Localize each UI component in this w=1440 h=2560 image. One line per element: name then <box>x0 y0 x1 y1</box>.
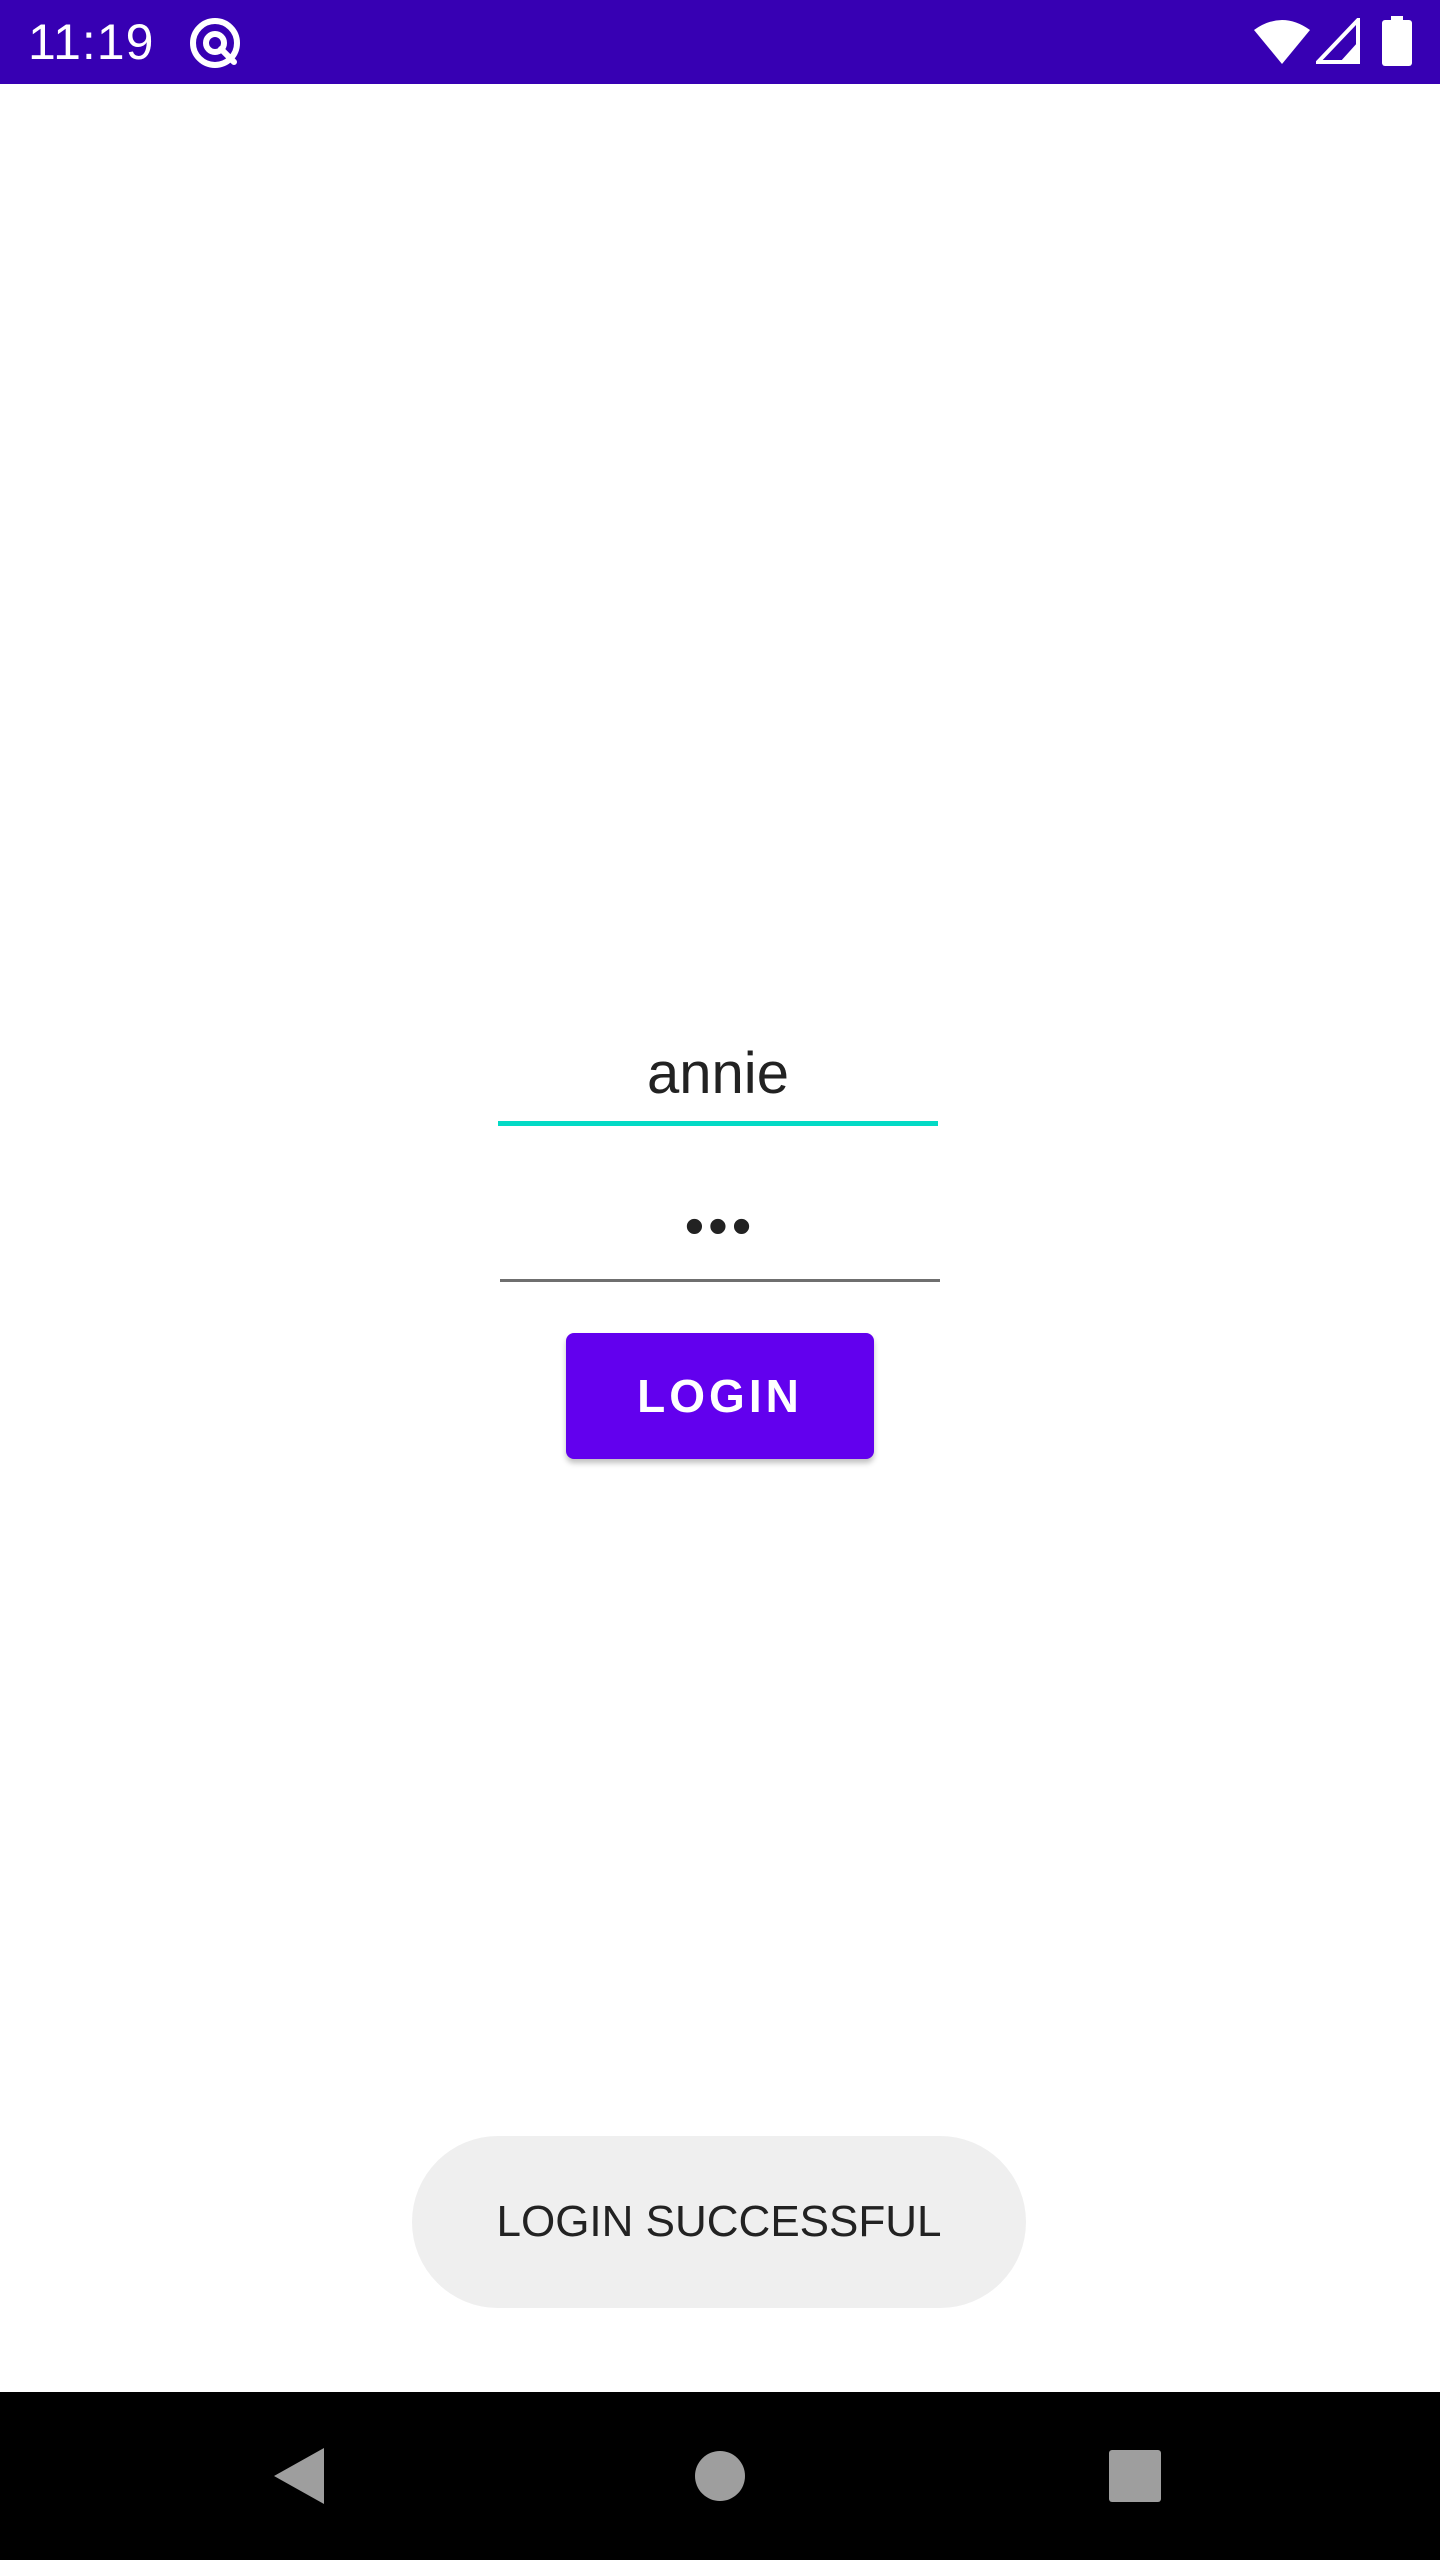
login-screen: 11:19 annie ••• LOGIN LOGIN SUCCESSFUL <box>0 0 1440 2560</box>
status-time: 11:19 <box>28 14 155 70</box>
wifi-icon <box>1254 20 1310 64</box>
status-bar: 11:19 <box>0 0 1440 84</box>
login-button[interactable]: LOGIN <box>566 1333 874 1459</box>
home-circle-icon[interactable] <box>694 2450 746 2502</box>
navigation-bar <box>0 2392 1440 2560</box>
recents-square-icon[interactable] <box>1109 2450 1161 2502</box>
password-underline <box>500 1279 940 1282</box>
toast-message: LOGIN SUCCESSFUL <box>412 2136 1026 2308</box>
password-value: ••• <box>684 1194 756 1257</box>
username-field[interactable]: annie <box>498 1030 938 1126</box>
battery-icon <box>1382 16 1412 66</box>
cellular-signal-icon <box>1316 18 1360 64</box>
username-underline <box>498 1121 938 1126</box>
password-field[interactable]: ••• <box>500 1186 940 1282</box>
username-value: annie <box>647 1041 789 1106</box>
at-sign-icon <box>190 18 240 68</box>
back-triangle-icon[interactable] <box>270 2446 330 2506</box>
